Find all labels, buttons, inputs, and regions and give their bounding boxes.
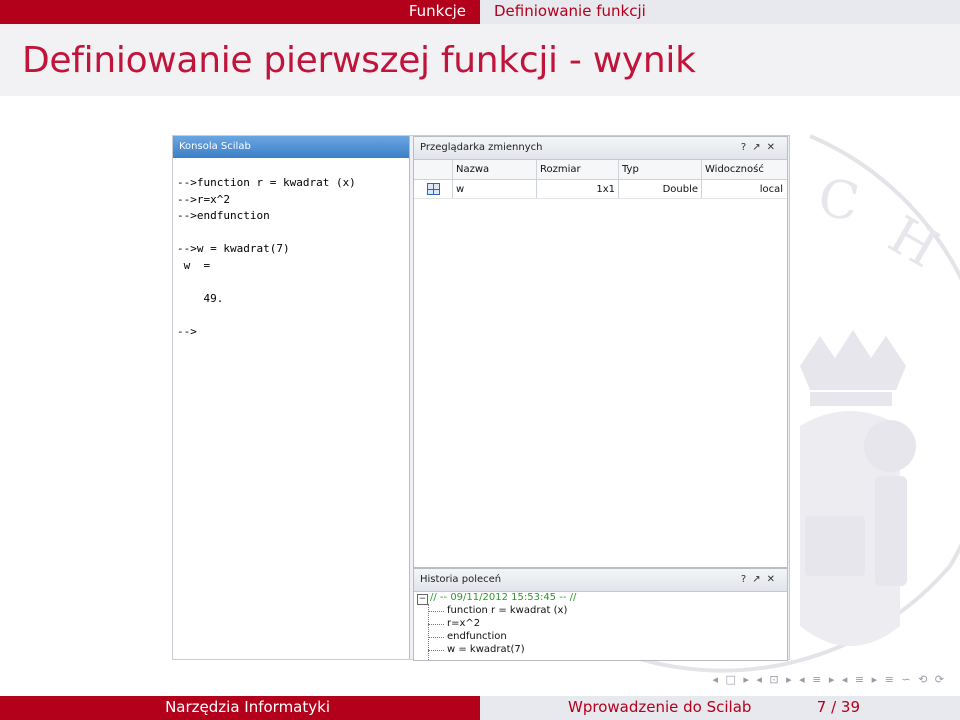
history-entry[interactable]: function r = kwadrat (x)	[447, 605, 567, 616]
page-number: 7 / 39	[816, 698, 860, 716]
command-history: Historia poleceń ?↗✕ − // -- 09/11/2012 …	[413, 568, 788, 661]
history-session-header[interactable]: // -- 09/11/2012 15:53:45 -- //	[430, 592, 576, 603]
history-window-buttons: ?↗✕	[741, 569, 781, 591]
tree-branch	[428, 624, 444, 625]
frame-title: Definiowanie pierwszej funkcji - wynik	[22, 40, 696, 81]
svg-text:H: H	[879, 205, 948, 280]
console-line: -->w = kwadrat(7)	[177, 242, 290, 255]
help-icon[interactable]: ?	[741, 142, 752, 153]
scilab-console[interactable]: Konsola Scilab -->function r = kwadrat (…	[173, 136, 410, 659]
history-header: Historia poleceń ?↗✕	[414, 569, 787, 592]
headline-section-bar: Funkcje	[0, 0, 480, 24]
close-icon[interactable]: ✕	[767, 574, 781, 585]
history-entry[interactable]: endfunction	[447, 631, 507, 642]
collapse-icon[interactable]: −	[417, 594, 428, 605]
tree-connector	[428, 604, 429, 660]
footline-right: Wprowadzenie do Scilab 7 / 39	[480, 696, 960, 720]
help-icon[interactable]: ?	[741, 574, 752, 585]
variable-browser-title: Przeglądarka zmiennych	[420, 142, 543, 153]
console-line: -->endfunction	[177, 209, 270, 222]
history-title: Historia poleceń	[420, 574, 502, 585]
close-icon[interactable]: ✕	[767, 142, 781, 153]
table-row[interactable]: w 1x1 Double local	[414, 180, 787, 199]
column-header-size[interactable]: Rozmiar	[536, 160, 618, 179]
console-prompt[interactable]: -->	[177, 325, 409, 342]
variable-table: Nazwa Rozmiar Typ Widoczność w 1x1 Doubl…	[414, 160, 787, 199]
undock-icon[interactable]: ↗	[752, 574, 766, 585]
column-header-name[interactable]: Nazwa	[452, 160, 536, 179]
history-entry[interactable]: r=x^2	[447, 618, 480, 629]
column-header-type[interactable]: Typ	[618, 160, 701, 179]
tree-branch	[428, 650, 444, 651]
console-header: Konsola Scilab	[173, 136, 409, 158]
headline-subsection-bar: Definiowanie funkcji	[480, 0, 960, 24]
console-line: -->function r = kwadrat (x)	[177, 176, 356, 189]
history-entry[interactable]: w = kwadrat(7)	[447, 644, 525, 655]
tree-branch	[428, 637, 444, 638]
console-line: w =	[177, 258, 211, 272]
scilab-screenshot: Konsola Scilab -->function r = kwadrat (…	[172, 135, 790, 661]
beamer-headline: Funkcje Definiowanie funkcji	[0, 0, 960, 24]
cell-visibility: local	[701, 180, 786, 198]
column-header-visibility[interactable]: Widoczność	[701, 160, 786, 179]
beamer-navigation-symbols[interactable]: ◂ □ ▸ ◂ ⊡ ▸ ◂ ≡ ▸ ◂ ≡ ▸ ≡ ∽ ⟲ ⟳	[712, 673, 946, 686]
subsection-link[interactable]: Definiowanie funkcji	[494, 2, 646, 20]
section-link[interactable]: Funkcje	[409, 2, 466, 20]
cell-type: Double	[618, 180, 701, 198]
variable-browser-header: Przeglądarka zmiennych ?↗✕	[414, 137, 787, 160]
variable-browser: Przeglądarka zmiennych ?↗✕ Nazwa Rozmiar…	[413, 136, 788, 568]
console-line: 49.	[177, 291, 224, 305]
svg-text:C: C	[814, 168, 864, 234]
footer-course-name: Narzędzia Informatyki	[165, 698, 330, 716]
cell-size: 1x1	[536, 180, 618, 198]
undock-icon[interactable]: ↗	[752, 142, 766, 153]
footer-talk-title: Wprowadzenie do Scilab	[568, 698, 752, 716]
footline-left: Narzędzia Informatyki	[0, 696, 480, 720]
matrix-icon	[427, 183, 440, 195]
console-title: Konsola Scilab	[179, 141, 251, 152]
variable-browser-window-buttons: ?↗✕	[741, 137, 781, 159]
console-output[interactable]: -->function r = kwadrat (x) -->r=x^2 -->…	[173, 158, 409, 341]
cell-name: w	[452, 180, 536, 198]
tree-branch	[428, 611, 444, 612]
frame-titlebar: Definiowanie pierwszej funkcji - wynik	[0, 24, 960, 96]
variable-table-header: Nazwa Rozmiar Typ Widoczność	[414, 160, 787, 180]
console-line: -->r=x^2	[177, 192, 230, 206]
